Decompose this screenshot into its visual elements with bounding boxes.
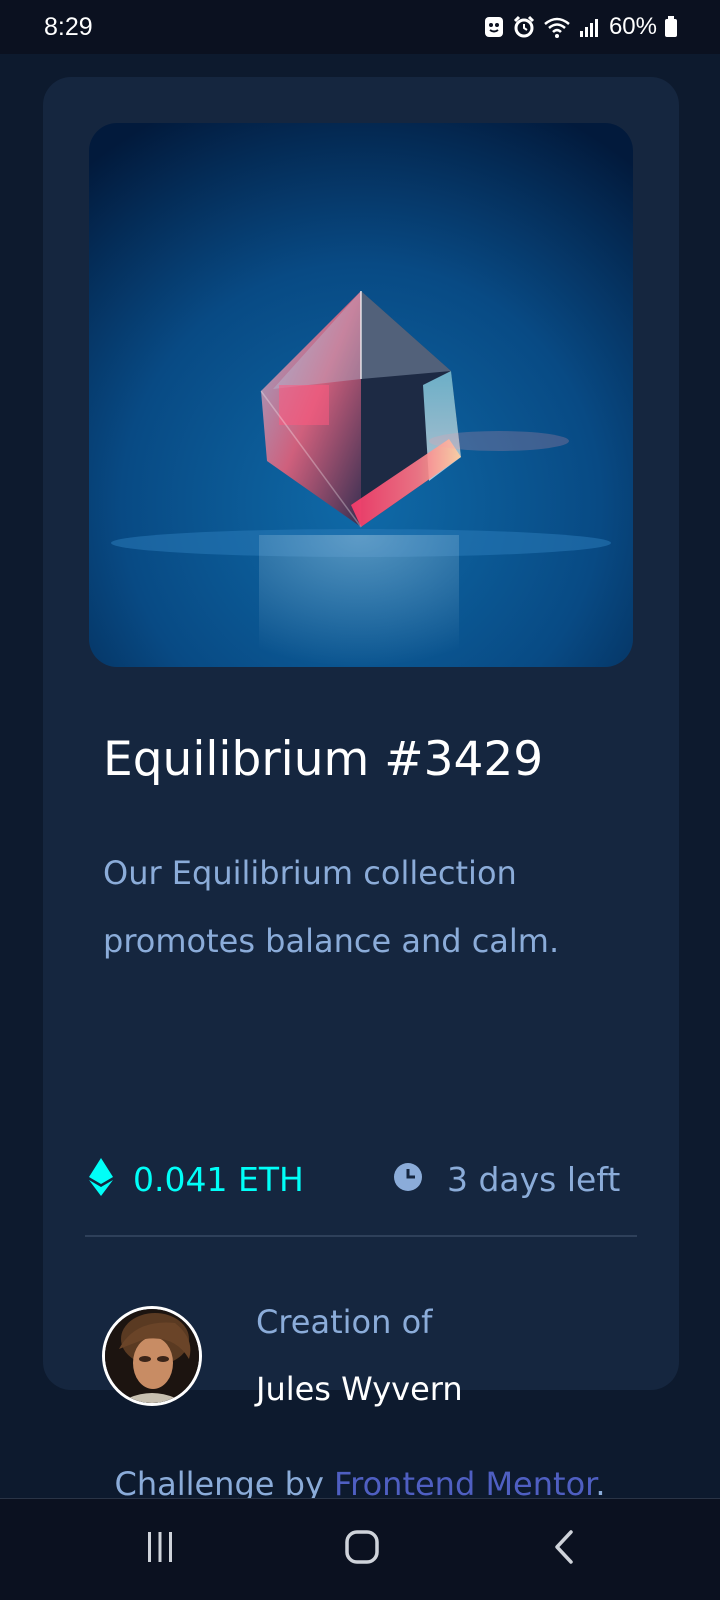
- status-time: 8:29: [44, 13, 93, 41]
- ethereum-icon: [89, 1158, 113, 1200]
- cube-artwork-image[interactable]: [89, 123, 633, 667]
- battery-percentage: 60%: [608, 13, 657, 40]
- card-divider: [85, 1235, 637, 1237]
- home-button[interactable]: [332, 1529, 392, 1569]
- nft-description: Our Equilibrium collection promotes bala…: [103, 854, 560, 960]
- back-button[interactable]: [534, 1529, 594, 1569]
- recent-apps-button[interactable]: [130, 1529, 190, 1569]
- notification-icon: [483, 15, 505, 39]
- creator-name-link[interactable]: Jules Wyvern: [256, 1367, 463, 1411]
- time-left-info: 3 days left: [393, 1157, 620, 1201]
- wifi-icon: [543, 15, 571, 39]
- status-icons: 60%: [483, 10, 678, 44]
- clock-icon: [393, 1162, 423, 1196]
- price-info: 0.041 ETH: [89, 1157, 304, 1201]
- nft-title[interactable]: Equilibrium #3429: [103, 729, 543, 791]
- nft-card: Equilibrium #3429 Our Equilibrium collec…: [43, 77, 679, 1408]
- status-bar: 8:29 60%: [0, 0, 720, 54]
- price-value: 0.041 ETH: [133, 1159, 304, 1199]
- alarm-icon: [512, 15, 536, 39]
- time-left-text: 3 days left: [447, 1159, 621, 1199]
- back-icon: [549, 1529, 579, 1569]
- home-icon: [344, 1529, 380, 1569]
- navigation-bar: [0, 1498, 720, 1600]
- signal-icon: [578, 15, 602, 39]
- battery-icon: [664, 15, 678, 39]
- creator-avatar: [102, 1306, 202, 1406]
- creation-label: Creation of: [256, 1303, 433, 1341]
- recent-apps-icon: [143, 1530, 177, 1568]
